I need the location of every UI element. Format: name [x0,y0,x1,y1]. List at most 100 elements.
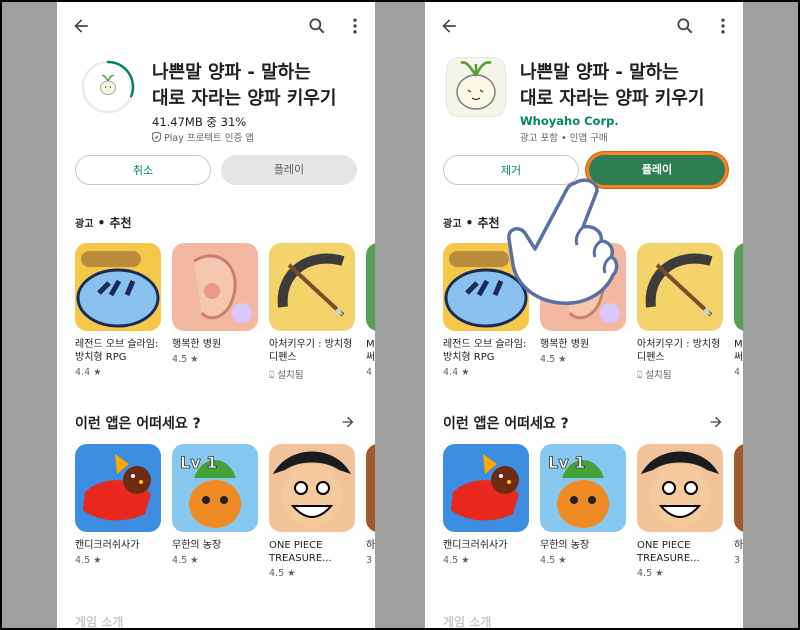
game-info-heading: 게임 소개 [75,615,124,628]
hospital-game-thumbnail [172,243,258,331]
app-card-rating: 4.5 ★ [637,568,664,579]
game-thumbnail-partial [366,444,375,532]
app-card-installed: ⍗ 설치됨 [269,370,304,381]
play-protect-label: Play 프로텍트 인증 앱 [152,130,254,144]
svg-text:Lv 1: Lv 1 [548,453,585,472]
app-card[interactable]: ONE PIECE TREASURE... 4.5 ★ [269,444,357,579]
app-card-rating: 3 [366,555,373,566]
ads-label-sep: • [97,216,106,230]
app-card-name: 아처키우기 : 방치형 디펜스 [269,339,353,363]
app-card-partial[interactable]: 하 3 [366,444,375,566]
play-protect-text: Play 프로텍트 인증 앱 [164,133,255,144]
more-vert-icon[interactable] [713,16,733,36]
ads-label-sep: • [465,216,474,230]
app-card-name: 캔디크러쉬사가 [75,540,140,551]
candy-crush-thumbnail [443,444,529,532]
onion-app-icon [447,58,505,116]
app-card-partial[interactable]: 하 3 [734,444,743,566]
app-card-partial[interactable]: M 써 4 [366,243,375,378]
cancel-button[interactable]: 취소 [75,155,211,185]
installed-text: 설치됨 [645,370,672,381]
app-card-name: 하 [734,540,743,551]
app-card-rating: 4.5 ★ [540,354,567,365]
candy-crush-thumbnail [75,444,161,532]
one-piece-thumbnail [637,444,723,532]
farm-game-thumbnail: Lv 1 [540,444,626,532]
farm-game-thumbnail: Lv 1 [172,444,258,532]
app-card-rating: 4.5 ★ [540,555,567,566]
app-card-name: 행복한 병원 [172,339,222,350]
phone-screen-downloading: 나쁜말 양파 - 말하는 대로 자라는 양파 키우기 41.47MB 중 31%… [57,2,375,628]
archer-game-thumbnail [269,243,355,331]
ads-label-title: 추천 [109,216,132,230]
app-card[interactable]: 행복한 병원 4.5 ★ [172,243,260,365]
app-card[interactable]: Lv 1 무한의 농장 4.5 ★ [172,444,260,566]
download-progress-text: 41.47MB 중 31% [152,115,247,129]
app-card-name: 행복한 병원 [540,339,590,350]
svg-text:Lv 1: Lv 1 [180,453,217,472]
app-title: 나쁜말 양파 - 말하는 대로 자라는 양파 키우기 [152,62,337,109]
app-card[interactable]: 캔디크러쉬사가 4.5 ★ [443,444,531,566]
app-card-name: 무한의 농장 [172,540,222,551]
top-app-bar [425,2,743,52]
app-card-name: 아처키우기 : 방치형 디펜스 [637,339,721,363]
pointing-hand-icon [507,178,619,305]
app-card-partial[interactable]: M 써 4 [734,243,743,378]
play-button-disabled[interactable]: 플레이 [221,155,357,185]
app-card-name: 무한의 농장 [540,540,590,551]
app-card[interactable]: 레전드 오브 슬라임: 방치형 RPG 4.4 ★ [75,243,163,378]
app-card[interactable]: 아처키우기 : 방치형 디펜스 ⍗ 설치됨 [637,243,725,381]
phone-screen-installed: 나쁜말 양파 - 말하는 대로 자라는 양파 키우기 Whoyaho Corp.… [425,2,743,628]
app-card-rating: 4.4 ★ [443,367,470,378]
more-vert-icon[interactable] [345,16,365,36]
app-card[interactable]: ONE PIECE TREASURE... 4.5 ★ [637,444,725,579]
game-thumbnail-partial [734,243,743,331]
app-title: 나쁜말 양파 - 말하는 대로 자라는 양파 키우기 [520,62,705,109]
app-card-name: ONE PIECE TREASURE... [637,540,700,564]
app-info-text: 광고 포함 • 인앱 구매 [520,133,608,144]
one-piece-thumbnail [269,444,355,532]
app-card-name: 캔디크러쉬사가 [443,540,508,551]
app-card[interactable]: 아처키우기 : 방치형 디펜스 ⍗ 설치됨 [269,243,357,381]
installed-text: 설치됨 [277,370,304,381]
search-icon[interactable] [307,16,327,36]
slime-game-thumbnail [75,243,161,331]
app-card-rating: 4.5 ★ [172,354,199,365]
app-card-rating: 4.4 ★ [75,367,102,378]
app-card-rating: 4.5 ★ [269,568,296,579]
app-card[interactable]: Lv 1 무한의 농장 4.5 ★ [540,444,628,566]
search-icon[interactable] [675,16,695,36]
game-thumbnail-partial [366,243,375,331]
back-arrow-icon[interactable] [439,16,459,36]
developer-link[interactable]: Whoyaho Corp. [520,114,619,128]
app-card-installed: ⍗ 설치됨 [637,370,672,381]
app-card-rating: 3 [734,555,741,566]
app-card-name: 레전드 오브 슬라임: 방치형 RPG [443,339,527,363]
archer-game-thumbnail [637,243,723,331]
shield-check-icon [152,132,161,142]
top-app-bar [57,2,375,52]
app-card-name: M 써 [366,339,375,363]
game-thumbnail-partial [734,444,743,532]
app-card-name: ONE PIECE TREASURE... [269,540,332,564]
app-card-rating: 4 [366,367,373,378]
arrow-right-icon[interactable] [340,414,356,430]
app-card-rating: 4 [734,367,741,378]
app-card-rating: 4.5 ★ [172,555,199,566]
ads-label-prefix: 광고 [75,219,94,230]
app-card-name: 하 [366,540,375,551]
app-card-name: M 써 [734,339,743,363]
arrow-right-icon[interactable] [708,414,724,430]
app-card-rating: 4.5 ★ [75,555,102,566]
ads-section-title: 광고 • 추천 [75,214,132,231]
game-info-heading: 게임 소개 [443,615,492,628]
recommend-section-title: 이런 앱은 어떠세요 ? [443,416,569,432]
recommend-section-title: 이런 앱은 어떠세요 ? [75,416,201,432]
app-card[interactable]: 캔디크러쉬사가 4.5 ★ [75,444,163,566]
app-card-name: 레전드 오브 슬라임: 방치형 RPG [75,339,159,363]
ads-label-title: 추천 [477,216,500,230]
back-arrow-icon[interactable] [71,16,91,36]
ads-label-prefix: 광고 [443,219,462,230]
ads-section-title: 광고 • 추천 [443,214,500,231]
app-icon-downloading [79,58,137,116]
